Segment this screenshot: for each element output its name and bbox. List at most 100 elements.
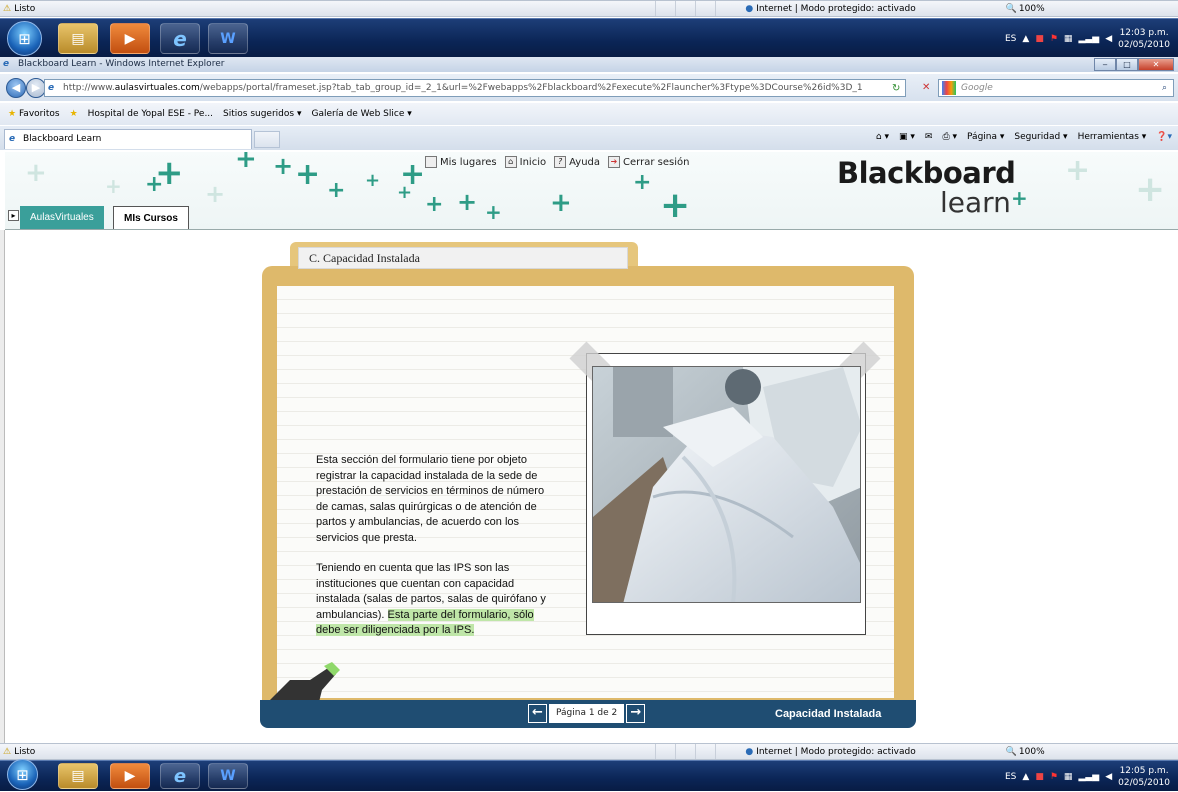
clock-bottom[interactable]: 12:05 p.m. 02/05/2010	[1118, 765, 1170, 789]
security-zone[interactable]: Internet | Modo protegido: activado	[756, 4, 916, 14]
section-title: Capacidad Instalada	[775, 708, 882, 720]
zoom-icon-bottom[interactable]: 🔍	[1006, 747, 1017, 757]
globe-icon: ●	[745, 3, 754, 14]
zoom-icon[interactable]: 🔍	[1006, 4, 1017, 14]
close-button[interactable]: ✕	[1138, 58, 1174, 71]
bottom-status-bar: ⚠ Listo ● Internet | Modo protegido: act…	[0, 743, 1178, 760]
new-tab-button[interactable]	[254, 131, 280, 148]
start-button-bottom[interactable]: ⊞	[7, 759, 38, 790]
security-zone-bottom[interactable]: Internet | Modo protegido: activado	[756, 747, 916, 757]
favorite-link-hospital[interactable]: Hospital de Yopal ESE - Pe...	[88, 109, 213, 119]
globe-icon-bottom: ●	[745, 746, 754, 757]
paragraph-1: Esta sección del formulario tiene por ob…	[316, 454, 545, 544]
paragraph-2: Teniendo en cuenta que las IPS son las i…	[316, 562, 546, 636]
mail-icon[interactable]: ✉	[925, 132, 933, 142]
volume-icon[interactable]: ◀	[1105, 34, 1112, 44]
search-icon[interactable]: ⌕	[1162, 80, 1167, 96]
flag-icon[interactable]: ⚑	[1050, 34, 1058, 44]
favorites-button[interactable]: ★ Favoritos	[8, 109, 60, 119]
favorite-link-sitios[interactable]: Sitios sugeridos ▾	[223, 109, 301, 119]
search-input[interactable]: Google ⌕	[938, 79, 1174, 97]
tray-arrow-icon[interactable]: ▲	[1022, 34, 1029, 44]
window-title-bar: e Blackboard Learn - Windows Internet Ex…	[0, 57, 1178, 72]
logout-icon: ➔	[608, 156, 621, 168]
stop-icon[interactable]: ✕	[922, 82, 930, 93]
feeds-icon[interactable]: ▣ ▾	[899, 132, 915, 142]
internet-explorer-icon-bottom[interactable]: e	[160, 763, 200, 789]
next-page-button[interactable]: →	[626, 704, 646, 723]
tab-ie-icon: e	[9, 134, 16, 144]
places-icon	[425, 156, 437, 168]
page-menu[interactable]: Página ▾	[967, 132, 1004, 142]
favorite-link-galeria[interactable]: Galería de Web Slice ▾	[311, 109, 411, 119]
hospital-bed-photo	[592, 366, 861, 603]
flag-icon-bottom[interactable]: ⚑	[1050, 772, 1058, 782]
word-icon-bottom[interactable]: W	[208, 763, 248, 789]
minimize-button[interactable]: ‒	[1094, 58, 1116, 71]
tray-app-icon-bottom[interactable]: ■	[1035, 772, 1044, 782]
mis-lugares-link[interactable]: Mis lugares	[425, 156, 497, 168]
help-link-icon: ?	[554, 156, 567, 168]
tab-aulasvirtuales[interactable]: AulasVirtuales	[20, 206, 104, 229]
pagination: ← Página 1 de 2 →	[528, 704, 646, 723]
status-text-bottom: Listo	[14, 746, 36, 757]
expand-icon[interactable]: ▸	[8, 210, 19, 221]
explorer-icon-bottom[interactable]: ▤	[58, 763, 98, 789]
cerrar-sesion-link[interactable]: ➔ Cerrar sesión	[608, 156, 689, 168]
language-indicator[interactable]: ES	[1005, 34, 1016, 44]
zoom-level[interactable]: 100%	[1019, 4, 1045, 14]
command-bar: ⌂ ▾ ▣ ▾ ✉ ⎙ ▾ Página ▾ Seguridad ▾ Herra…	[876, 132, 1172, 142]
home-link-icon: ⌂	[504, 156, 517, 168]
prev-page-button[interactable]: ←	[528, 704, 547, 723]
forward-button[interactable]: ▶	[26, 78, 46, 98]
refresh-icon[interactable]: ↻	[892, 83, 900, 94]
signal-icon[interactable]: ▂▃▅	[1078, 34, 1099, 44]
favorites-bar: ★ Favoritos ★ Hospital de Yopal ESE - Pe…	[0, 103, 1178, 125]
tray-app-icon[interactable]: ■	[1035, 34, 1044, 44]
top-status-bar: ⚠ Listo ● Internet | Modo protegido: act…	[0, 0, 1178, 17]
warning-icon: ⚠	[3, 3, 12, 14]
network-icon[interactable]: ▦	[1064, 34, 1073, 44]
learn-logo: learn+	[940, 186, 1028, 219]
browser-tab[interactable]: e Blackboard Learn	[4, 129, 252, 149]
status-text: Listo	[14, 3, 36, 14]
media-player-icon-bottom[interactable]: ▶	[110, 763, 150, 789]
blackboard-header: + + + + + + + + + + + + + + + + + + + + …	[5, 152, 1178, 230]
folder-title: C. Capacidad Instalada	[298, 247, 628, 269]
word-icon[interactable]: W	[208, 23, 248, 54]
address-row: ◀ ▶ e http://www.aulasvirtuales.com/weba…	[0, 74, 1178, 101]
tray-arrow-icon-bottom[interactable]: ▲	[1022, 772, 1029, 782]
language-indicator-bottom[interactable]: ES	[1005, 772, 1016, 782]
help-icon[interactable]: ❓▾	[1156, 132, 1172, 142]
volume-icon-bottom[interactable]: ◀	[1105, 772, 1112, 782]
google-icon	[942, 81, 956, 95]
window-title: Blackboard Learn - Windows Internet Expl…	[18, 59, 225, 69]
security-menu[interactable]: Seguridad ▾	[1014, 132, 1067, 142]
tools-menu[interactable]: Herramientas ▾	[1078, 132, 1147, 142]
star-icon: ★	[8, 109, 17, 119]
start-button[interactable]: ⊞	[7, 21, 42, 56]
ayuda-link[interactable]: ? Ayuda	[554, 156, 600, 168]
top-links: Mis lugares ⌂ Inicio ? Ayuda ➔ Cerrar sesió…	[425, 156, 689, 168]
inicio-link[interactable]: ⌂ Inicio	[504, 156, 546, 168]
clock[interactable]: 12:03 p.m. 02/05/2010	[1118, 27, 1170, 51]
print-icon[interactable]: ⎙ ▾	[942, 132, 957, 142]
media-player-icon[interactable]: ▶	[110, 23, 150, 54]
system-tray-bottom: ES ▲ ■ ⚑ ▦ ▂▃▅ ◀ 12:05 p.m. 02/05/2010	[1005, 761, 1170, 792]
internet-explorer-icon[interactable]: e	[160, 23, 200, 54]
page-indicator: Página 1 de 2	[549, 704, 625, 723]
maximize-button[interactable]: □	[1116, 58, 1138, 71]
add-favorite-icon[interactable]: ★	[70, 109, 78, 119]
address-bar[interactable]: e http://www.aulasvirtuales.com/webapps/…	[44, 79, 906, 97]
plus-logo-icon: +	[1010, 186, 1028, 210]
network-icon-bottom[interactable]: ▦	[1064, 772, 1073, 782]
page-icon: e	[48, 83, 55, 93]
zoom-level-bottom[interactable]: 100%	[1019, 747, 1045, 757]
warning-icon-bottom: ⚠	[3, 746, 12, 757]
back-button[interactable]: ◀	[6, 78, 26, 98]
taskbar-bottom: ⊞ ▤ ▶ e W ES ▲ ■ ⚑ ▦ ▂▃▅ ◀ 12:05 p.m. 02/…	[0, 759, 1178, 792]
tab-mis-cursos[interactable]: MIs Cursos	[113, 206, 189, 229]
explorer-icon[interactable]: ▤	[58, 23, 98, 54]
signal-icon-bottom[interactable]: ▂▃▅	[1078, 772, 1099, 782]
home-icon[interactable]: ⌂ ▾	[876, 132, 889, 142]
